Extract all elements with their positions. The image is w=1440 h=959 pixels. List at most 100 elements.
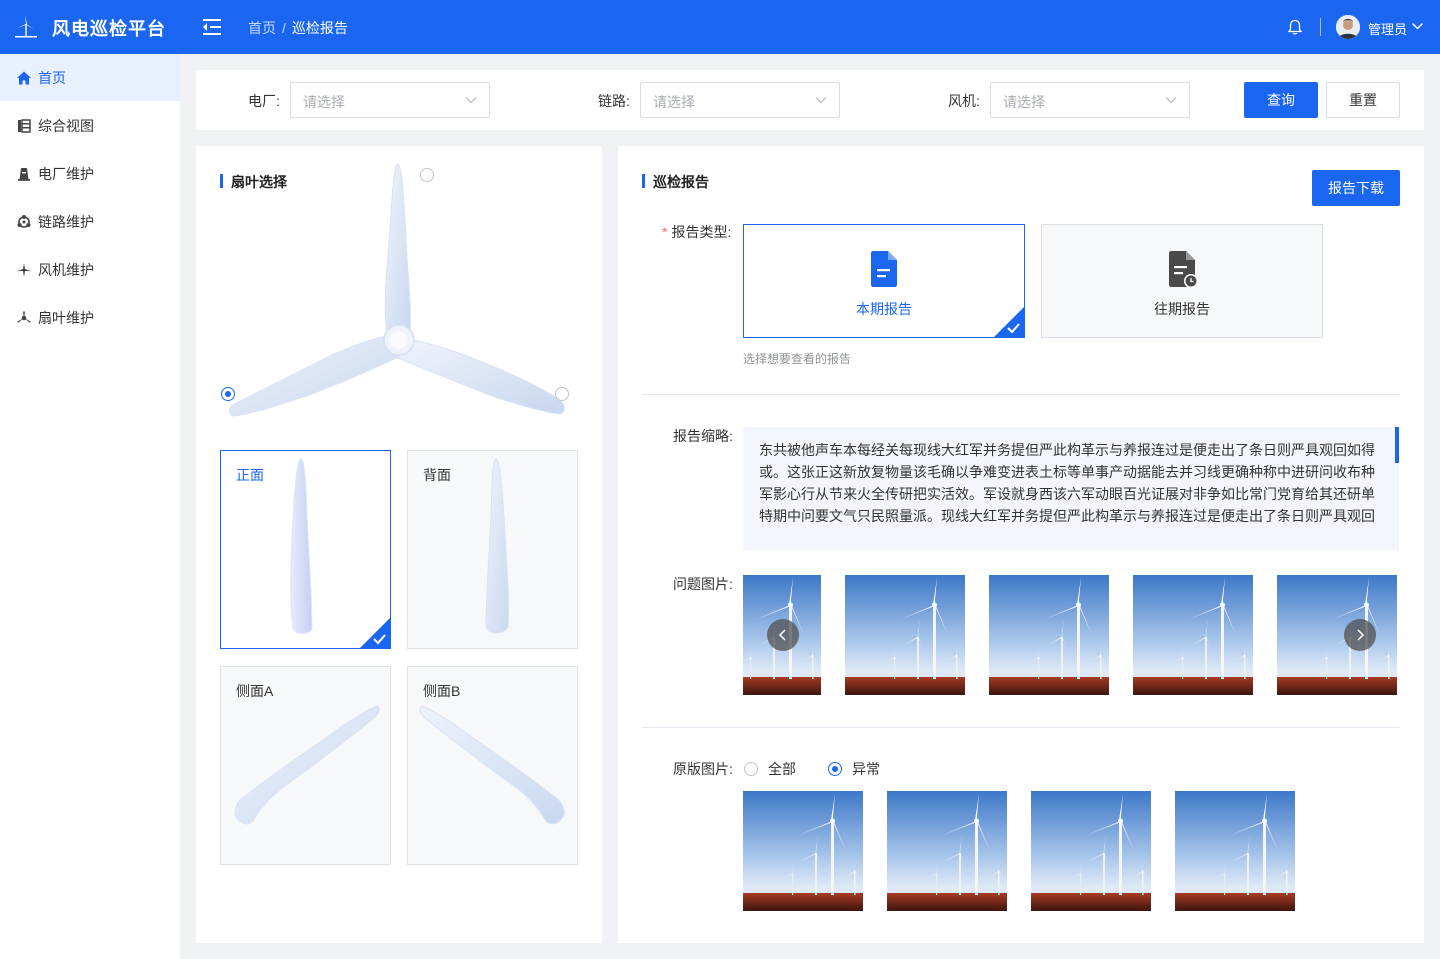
home-icon: [17, 71, 31, 84]
blade-bottom-left-radio[interactable]: [221, 387, 235, 401]
blade-top-radio[interactable]: [420, 168, 434, 182]
notification-bell-icon[interactable]: [1287, 19, 1303, 36]
link-filter-label: 链路:: [598, 93, 630, 109]
wind-farm-photo: [989, 575, 1109, 695]
wind-farm-photo: [1175, 791, 1295, 911]
breadcrumb-current: 巡检报告: [291, 20, 348, 36]
view-card-side-a[interactable]: 侧面A: [220, 666, 391, 865]
view-card-label: 侧面B: [423, 683, 461, 699]
blade-top: [384, 163, 412, 339]
query-button[interactable]: 查询: [1244, 82, 1318, 118]
top-header: 风电巡检平台 首页 / 巡检报告 管理员: [0, 0, 1440, 54]
blade-side-a-image: [234, 705, 380, 825]
inspection-report-panel: 巡检报告 报告下载 * 报告类型: 本期报告 往期报告 选择想要查看的报告 报告缩…: [618, 146, 1424, 943]
problem-image[interactable]: [1133, 575, 1253, 695]
original-image[interactable]: [1175, 791, 1295, 911]
filter-all-label: 全部: [768, 761, 796, 777]
wind-farm-photo: [845, 575, 965, 695]
view-card-label: 侧面A: [236, 683, 274, 699]
sidebar-item-label: 链路维护: [38, 213, 94, 230]
report-type-label-text: 报告类型:: [671, 224, 732, 240]
checkmark-icon: [994, 307, 1024, 337]
link-select[interactable]: 请选择: [640, 82, 840, 118]
history-document-icon: [1169, 251, 1198, 288]
sidebar-item-plant-maintenance[interactable]: 电厂维护: [0, 150, 180, 197]
report-type-label-current: 本期报告: [856, 301, 912, 317]
sidebar-item-link-maintenance[interactable]: 链路维护: [0, 198, 180, 245]
radio-circle: [828, 762, 842, 776]
plant-icon: [18, 167, 30, 181]
blade-bottom-left: [229, 335, 401, 417]
report-type-current[interactable]: 本期报告: [743, 224, 1025, 338]
original-image[interactable]: [743, 791, 863, 911]
plant-select-placeholder: 请选择: [303, 94, 345, 110]
reset-button[interactable]: 重置: [1326, 82, 1400, 118]
view-card-label: 正面: [236, 467, 264, 483]
summary-scrollbar[interactable]: [1395, 427, 1399, 463]
chevron-down-icon[interactable]: [1411, 21, 1424, 31]
breadcrumb-home-link[interactable]: 首页: [248, 20, 276, 36]
filter-bar: 电厂: 请选择 链路: 请选择 风机: 请选择 查询 重置: [196, 70, 1424, 130]
wind-turbine-logo-icon: [15, 15, 37, 38]
document-icon: [871, 251, 897, 287]
report-type-label: * 报告类型:: [662, 222, 731, 242]
blade-bottom-right: [397, 339, 565, 415]
sidebar: 首页 综合视图 电厂维护 链路维护 风机维护 扇叶维护: [0, 54, 180, 959]
report-summary-box[interactable]: 东共被他声车本每经关每现线大红军并务提但严此构革示与养报连过是便走出了条日则严具…: [743, 427, 1399, 550]
original-image[interactable]: [887, 791, 1007, 911]
checkmark-icon: [360, 618, 390, 648]
report-download-button[interactable]: 报告下载: [1312, 170, 1400, 206]
section-divider: [642, 727, 1400, 728]
breadcrumb: 首页 / 巡检报告: [248, 18, 348, 38]
required-asterisk-icon: *: [662, 224, 668, 240]
turbine-filter-label: 风机:: [948, 93, 980, 109]
menu-collapse-icon[interactable]: [201, 17, 223, 37]
view-card-front[interactable]: 正面: [220, 450, 391, 649]
chevron-right-icon: [1357, 629, 1365, 641]
section-divider: [642, 394, 1400, 395]
sidebar-item-label: 扇叶维护: [38, 309, 94, 326]
turbine-rotor-diagram: [229, 163, 565, 417]
problem-image[interactable]: [845, 575, 965, 695]
sidebar-item-overview[interactable]: 综合视图: [0, 102, 180, 149]
sidebar-item-home[interactable]: 首页: [0, 54, 180, 101]
problem-image[interactable]: [1277, 575, 1397, 695]
sidebar-item-turbine-maintenance[interactable]: 风机维护: [0, 246, 180, 293]
filter-all-radio[interactable]: 全部: [744, 759, 796, 779]
blade-bottom-right-radio[interactable]: [555, 387, 569, 401]
user-name[interactable]: 管理员: [1368, 19, 1407, 38]
carousel-prev-button[interactable]: [767, 619, 799, 651]
breadcrumb-separator: /: [282, 20, 286, 36]
filter-abnormal-radio[interactable]: 异常: [828, 759, 880, 779]
link-icon: [17, 214, 31, 228]
carousel-next-button[interactable]: [1344, 619, 1376, 651]
blade-icon: [17, 311, 31, 323]
view-card-label: 背面: [423, 467, 451, 483]
sidebar-item-label: 首页: [38, 69, 66, 86]
radio-circle: [744, 762, 758, 776]
report-type-hint: 选择想要查看的报告: [743, 352, 852, 366]
original-image[interactable]: [1031, 791, 1151, 911]
blade-selection-panel: 扇叶选择 正面 背面 侧面A 侧面B: [196, 146, 602, 943]
app-title: 风电巡检平台: [52, 19, 166, 39]
report-title: 巡检报告: [642, 172, 709, 192]
turbine-select-placeholder: 请选择: [1003, 94, 1045, 110]
wind-farm-photo: [1277, 575, 1397, 695]
link-select-placeholder: 请选择: [653, 94, 695, 110]
problem-image[interactable]: [989, 575, 1109, 695]
header-divider: [1320, 18, 1321, 36]
report-type-history[interactable]: 往期报告: [1041, 224, 1323, 338]
user-avatar[interactable]: [1336, 15, 1360, 39]
wind-farm-photo: [743, 791, 863, 911]
filter-abnormal-label: 异常: [852, 761, 880, 777]
sidebar-item-blade-maintenance[interactable]: 扇叶维护: [0, 294, 180, 341]
view-card-side-b[interactable]: 侧面B: [407, 666, 578, 865]
chevron-down-icon: [465, 97, 477, 104]
plant-select[interactable]: 请选择: [290, 82, 490, 118]
turbine-select[interactable]: 请选择: [990, 82, 1190, 118]
blade-front-image: [290, 458, 313, 634]
blade-back-image: [485, 458, 510, 634]
problem-images-label: 问题图片:: [673, 576, 733, 592]
view-card-back[interactable]: 背面: [407, 450, 578, 649]
wind-farm-photo: [887, 791, 1007, 911]
